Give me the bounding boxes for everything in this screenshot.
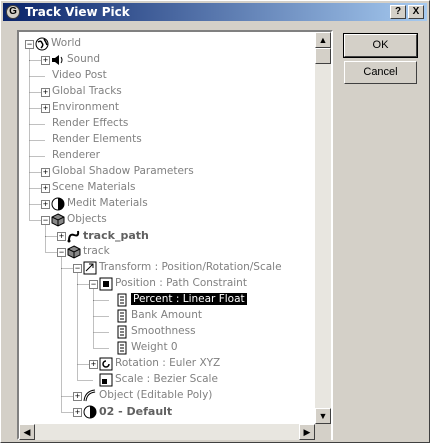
collapse-icon[interactable]: − <box>41 216 50 225</box>
scroll-down-arrow-icon[interactable]: ▼ <box>315 408 331 424</box>
tree-item-label: Renderer <box>52 149 100 161</box>
tree-item-label: Environment <box>52 101 120 113</box>
expand-icon[interactable]: + <box>41 184 50 193</box>
app-icon: G <box>6 5 20 19</box>
tree-item-label: Bank Amount <box>131 309 202 321</box>
float-track-icon <box>115 309 129 323</box>
horizontal-scrollbar[interactable]: ◀ ▶ <box>19 424 315 440</box>
tree-item[interactable]: − World <box>19 36 315 52</box>
tree-item[interactable]: + Medit Materials <box>19 196 315 212</box>
tree-item[interactable]: + Global Tracks <box>19 84 315 100</box>
tree-item[interactable]: Video Post <box>19 68 315 84</box>
tree-item-label: Medit Materials <box>67 197 148 209</box>
tree-item[interactable]: + Sound <box>19 52 315 68</box>
collapse-icon[interactable]: − <box>73 264 82 273</box>
tree-item-label: Render Elements <box>52 133 142 145</box>
track-view-pick-dialog: G Track View Pick ? X − World + Sound Video … <box>0 0 430 443</box>
tree-item-label: 02 - Default <box>99 405 173 418</box>
tree-item[interactable]: + track_path <box>19 228 315 244</box>
scroll-left-arrow-icon[interactable]: ◀ <box>19 424 35 440</box>
tree-item[interactable]: +02 - Default <box>19 404 315 420</box>
tree-item[interactable]: + Global Shadow Parameters <box>19 164 315 180</box>
vertical-scrollbar[interactable]: ▲ ▼ <box>315 32 331 424</box>
tree-item[interactable]: − track <box>19 244 315 260</box>
tree-item-label: track_path <box>83 229 149 242</box>
tree-item[interactable]: + Scene Materials <box>19 180 315 196</box>
float-track-icon <box>115 325 129 339</box>
window-title: Track View Pick <box>25 5 130 19</box>
tree-item[interactable]: Render Effects <box>19 116 315 132</box>
float-track-icon <box>115 341 129 355</box>
tree-item[interactable]: − Transform : Position/Rotation/Scale <box>19 260 315 276</box>
expand-icon[interactable]: + <box>41 200 50 209</box>
tree-item-label: Global Tracks <box>52 85 122 97</box>
tree-item[interactable]: − Position : Path Constraint <box>19 276 315 292</box>
material-sphere-icon <box>83 405 97 419</box>
tree-item[interactable]: + Rotation : Euler XYZ <box>19 356 315 372</box>
cube-icon <box>51 213 65 227</box>
tree-item-label: Render Effects <box>52 117 129 129</box>
tree-item-label: Object (Editable Poly) <box>99 389 213 401</box>
position-icon <box>99 277 113 291</box>
collapse-icon[interactable]: − <box>89 280 98 289</box>
tree-item-label: Percent : Linear Float <box>131 293 247 305</box>
ok-button[interactable]: OK <box>343 33 418 58</box>
tree-item-label: track <box>83 245 110 257</box>
tree-item[interactable]: + Object (Editable Poly) <box>19 388 315 404</box>
tree-item[interactable]: + Environment <box>19 100 315 116</box>
tree-item-label: World <box>51 37 82 49</box>
tree-item[interactable]: Weight 0 <box>19 340 315 356</box>
expand-icon[interactable]: + <box>89 360 98 369</box>
tree-item-label: Sound <box>67 53 101 65</box>
scroll-up-arrow-icon[interactable]: ▲ <box>315 32 331 48</box>
collapse-icon[interactable]: − <box>25 40 34 49</box>
track-tree: − World + Sound Video Post + Global Tracks + Env… <box>17 30 333 440</box>
tree-item[interactable]: Percent : Linear Float <box>19 292 315 308</box>
tree-item-label: Scene Materials <box>52 181 136 193</box>
tree-item-label: Scale : Bezier Scale <box>115 373 218 385</box>
tree-item-label: Transform : Position/Rotation/Scale <box>99 261 282 273</box>
spline-icon <box>67 229 81 243</box>
tree-item-label: Rotation : Euler XYZ <box>115 357 221 369</box>
tree-item[interactable]: Smoothness <box>19 324 315 340</box>
tree-item-label: Global Shadow Parameters <box>52 165 194 177</box>
expand-icon[interactable]: + <box>73 392 82 401</box>
scale-icon <box>99 373 113 387</box>
tree-item[interactable]: − Objects <box>19 212 315 228</box>
cube-icon <box>67 245 81 259</box>
float-track-icon <box>115 293 129 307</box>
help-button[interactable]: ? <box>390 5 406 19</box>
expand-icon[interactable]: + <box>41 168 50 177</box>
transform-icon <box>83 261 97 275</box>
speaker-icon <box>51 53 65 67</box>
globe-icon <box>35 37 49 51</box>
expand-icon[interactable]: + <box>41 56 50 65</box>
expand-icon[interactable]: + <box>73 408 82 417</box>
tree-item-label: Position : Path Constraint <box>115 277 247 289</box>
tree-item[interactable]: Scale : Bezier Scale <box>19 372 315 388</box>
tree-item[interactable]: Render Elements <box>19 132 315 148</box>
expand-icon[interactable]: + <box>57 232 66 241</box>
tree-item-label: Weight 0 <box>131 341 178 353</box>
scroll-corner <box>315 424 331 440</box>
material-sphere-icon <box>51 197 65 211</box>
close-button[interactable]: X <box>408 5 424 19</box>
tree-item-label: Smoothness <box>131 325 196 337</box>
tree-item[interactable]: Bank Amount <box>19 308 315 324</box>
expand-icon[interactable]: + <box>41 88 50 97</box>
scroll-thumb[interactable] <box>315 48 331 64</box>
collapse-icon[interactable]: − <box>57 248 66 257</box>
title-bar[interactable]: G Track View Pick ? X <box>3 3 427 21</box>
cancel-button[interactable]: Cancel <box>344 61 417 84</box>
rotation-icon <box>99 357 113 371</box>
tree-item-label: Objects <box>67 213 107 225</box>
scroll-right-arrow-icon[interactable]: ▶ <box>299 424 315 440</box>
expand-icon[interactable]: + <box>41 104 50 113</box>
tree-item[interactable]: Renderer <box>19 148 315 164</box>
tree-item-label: Video Post <box>52 69 107 81</box>
poly-object-icon <box>83 389 97 403</box>
